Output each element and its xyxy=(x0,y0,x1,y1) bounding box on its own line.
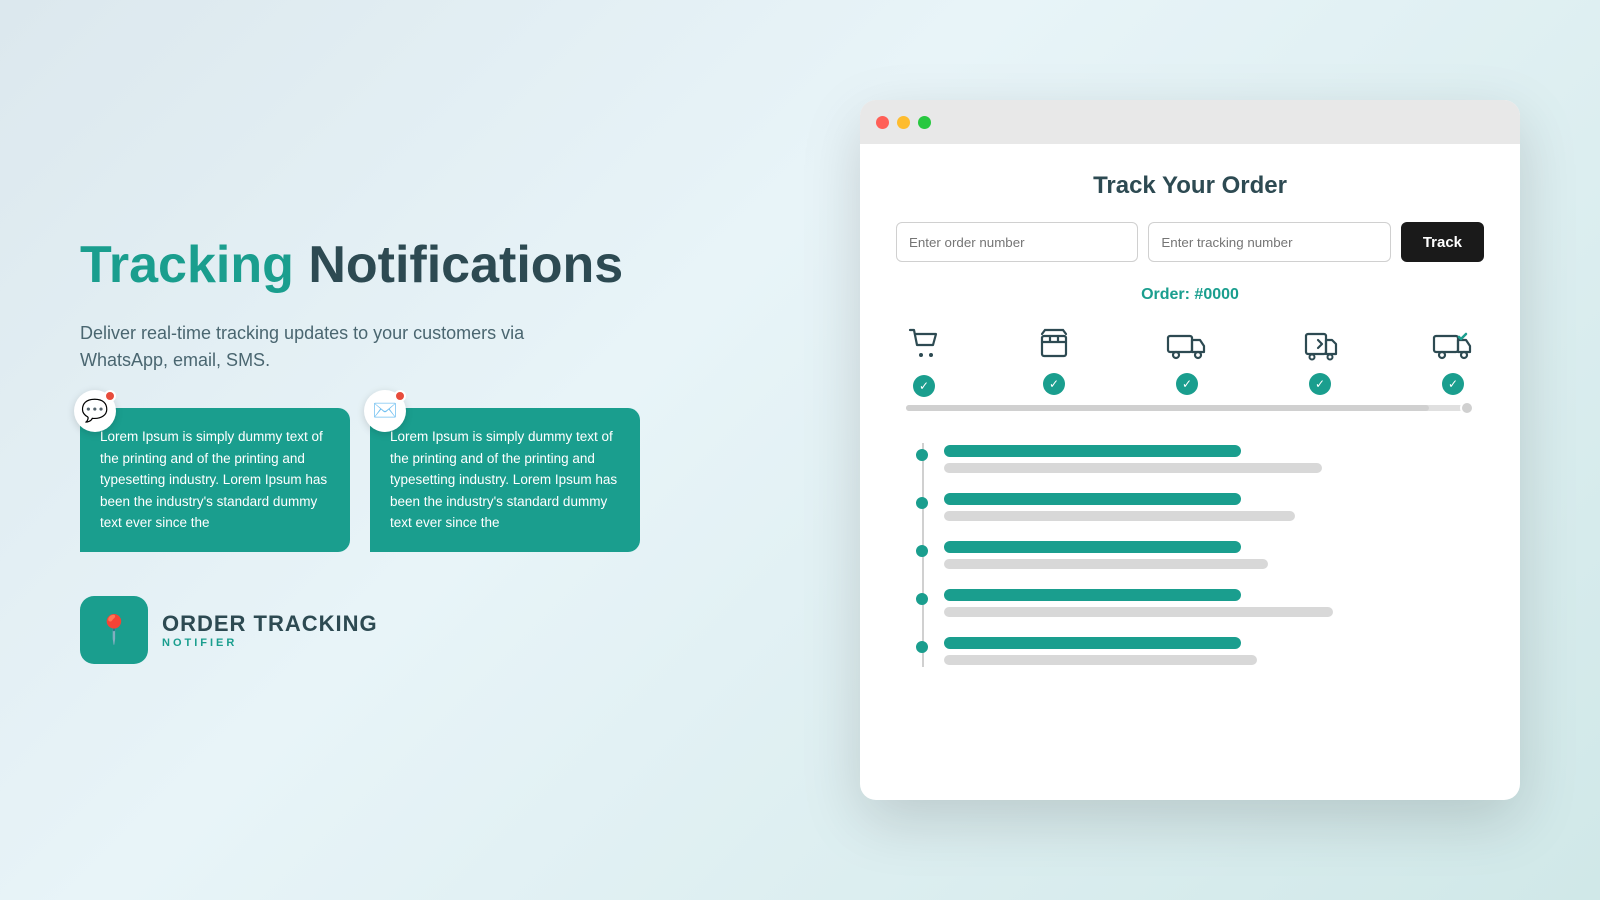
timeline-dot-5 xyxy=(916,641,928,653)
chat-bubbles: 💬 Lorem Ipsum is simply dummy text of th… xyxy=(80,408,700,552)
timeline-item-4 xyxy=(916,579,1484,627)
tracking-steps: ✓ ✓ xyxy=(896,326,1484,397)
timeline-dot-3 xyxy=(916,545,928,557)
step-check-3: ✓ xyxy=(1176,373,1198,395)
email-icon: ✉️ xyxy=(373,395,398,427)
timeline-dot-1 xyxy=(916,449,928,461)
traffic-light-green[interactable] xyxy=(918,116,931,129)
step-check-4: ✓ xyxy=(1309,373,1331,395)
subtitle: Deliver real-time tracking updates to yo… xyxy=(80,320,600,374)
main-container: Tracking Notifications Deliver real-time… xyxy=(40,30,1560,870)
tracking-number-input[interactable] xyxy=(1148,222,1390,262)
email-bubble: ✉️ Lorem Ipsum is simply dummy text of t… xyxy=(370,408,640,552)
timeline-bar-primary-1 xyxy=(944,445,1241,457)
brand-text: ORDER TRACKING NOTIFIER xyxy=(162,611,378,649)
browser-content: Track Your Order Track Order: #0000 xyxy=(860,144,1520,800)
search-bar: Track xyxy=(896,222,1484,262)
step-packed: ✓ xyxy=(1036,326,1072,395)
step-check-1: ✓ xyxy=(913,375,935,397)
timeline-bar-primary-4 xyxy=(944,589,1241,601)
timeline-bar-primary-2 xyxy=(944,493,1241,505)
step-shipped: ✓ xyxy=(1166,326,1208,395)
order-number-display: Order: #0000 xyxy=(896,286,1484,304)
timeline-dot-4 xyxy=(916,593,928,605)
brand-logo: 📍 ORDER TRACKING NOTIFIER xyxy=(80,596,700,664)
left-panel: Tracking Notifications Deliver real-time… xyxy=(80,236,700,664)
timeline-item-3 xyxy=(916,531,1484,579)
timeline-content-1 xyxy=(944,445,1484,473)
timeline-bar-secondary-5 xyxy=(944,655,1257,665)
progress-bar-container xyxy=(906,405,1474,411)
headline: Tracking Notifications xyxy=(80,236,700,296)
brand-name: ORDER TRACKING xyxy=(162,611,378,637)
timeline-content-3 xyxy=(944,541,1484,569)
timeline-bar-secondary-3 xyxy=(944,559,1268,569)
browser-titlebar xyxy=(860,100,1520,144)
step-order-placed: ✓ xyxy=(906,326,942,397)
progress-bar-fill xyxy=(906,405,1429,411)
timeline-bar-primary-5 xyxy=(944,637,1241,649)
timeline-content-5 xyxy=(944,637,1484,665)
timeline-bar-primary-3 xyxy=(944,541,1241,553)
delivered-icon xyxy=(1432,326,1474,367)
timeline-bar-secondary-2 xyxy=(944,511,1295,521)
timeline-item-1 xyxy=(916,435,1484,483)
traffic-light-yellow[interactable] xyxy=(897,116,910,129)
order-number-input[interactable] xyxy=(896,222,1138,262)
delivery-icon xyxy=(1302,326,1338,367)
timeline-dot-2 xyxy=(916,497,928,509)
cart-icon xyxy=(906,326,942,369)
timeline-item-5 xyxy=(916,627,1484,675)
step-check-2: ✓ xyxy=(1043,373,1065,395)
order-title: Track Your Order xyxy=(896,172,1484,200)
notification-dot-email xyxy=(394,390,406,402)
email-icon-container: ✉️ xyxy=(364,390,406,432)
box-icon xyxy=(1036,326,1072,367)
progress-dot xyxy=(1460,401,1474,415)
truck-icon xyxy=(1166,326,1208,367)
timeline-content-4 xyxy=(944,589,1484,617)
email-bubble-text: Lorem Ipsum is simply dummy text of the … xyxy=(390,429,617,530)
step-check-5: ✓ xyxy=(1442,373,1464,395)
headline-rest: Notifications xyxy=(294,236,623,294)
whatsapp-bubble: 💬 Lorem Ipsum is simply dummy text of th… xyxy=(80,408,350,552)
track-button[interactable]: Track xyxy=(1401,222,1484,262)
timeline-bar-secondary-1 xyxy=(944,463,1322,473)
brand-sub: NOTIFIER xyxy=(162,637,378,649)
timeline-bar-secondary-4 xyxy=(944,607,1333,617)
browser-window: Track Your Order Track Order: #0000 xyxy=(860,100,1520,800)
timeline-content-2 xyxy=(944,493,1484,521)
brand-icon: 📍 xyxy=(97,613,132,646)
whatsapp-bubble-text: Lorem Ipsum is simply dummy text of the … xyxy=(100,429,327,530)
step-out-for-delivery: ✓ xyxy=(1302,326,1338,395)
brand-icon-box: 📍 xyxy=(80,596,148,664)
notification-dot-whatsapp xyxy=(104,390,116,402)
step-delivered: ✓ xyxy=(1432,326,1474,395)
timeline-item-2 xyxy=(916,483,1484,531)
headline-highlight: Tracking xyxy=(80,236,294,294)
timeline xyxy=(896,435,1484,675)
whatsapp-icon-container: 💬 xyxy=(74,390,116,432)
traffic-light-red[interactable] xyxy=(876,116,889,129)
